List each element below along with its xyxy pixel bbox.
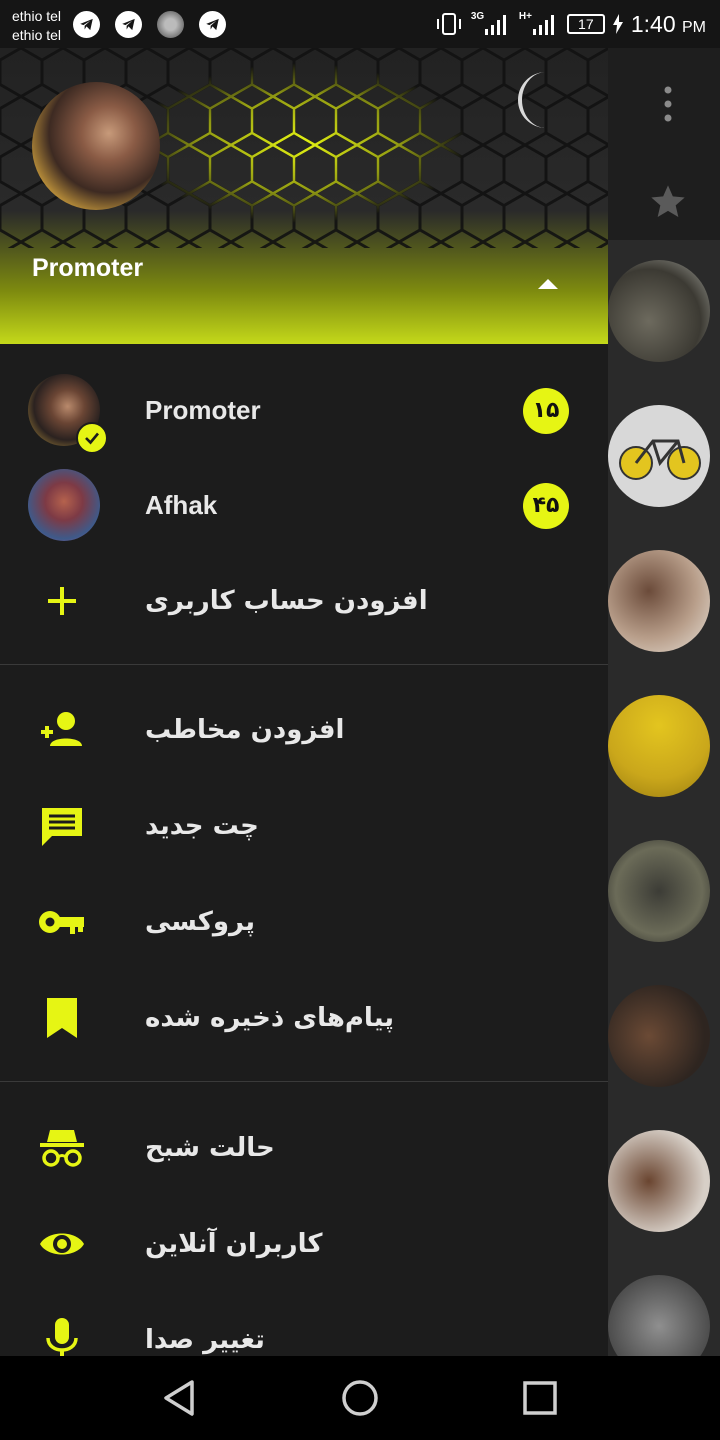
- chat-avatar[interactable]: [608, 985, 710, 1087]
- chat-list-header: [608, 48, 720, 240]
- star-icon[interactable]: [648, 182, 688, 222]
- chat-avatar[interactable]: [608, 840, 710, 942]
- chat-avatar[interactable]: [608, 550, 710, 652]
- chat-avatar[interactable]: [608, 1130, 710, 1232]
- account-name: Afhak: [145, 490, 218, 520]
- chat-list-background: [608, 48, 720, 1377]
- system-navigation-bar: [0, 1356, 720, 1440]
- chat-avatar[interactable]: [608, 260, 710, 362]
- check-icon: [76, 422, 108, 454]
- menu-label: افزودن مخاطب: [145, 715, 345, 745]
- account-item-afhak[interactable]: Afhak ۴۵: [0, 457, 608, 553]
- telegram-icon: [73, 11, 100, 38]
- unread-badge: ۱۵: [523, 388, 569, 434]
- menu-label: پروکسی: [145, 907, 255, 937]
- more-vert-icon[interactable]: [662, 86, 674, 122]
- current-account-name: Promoter: [32, 254, 144, 282]
- divider: [0, 664, 608, 665]
- account-item-promoter[interactable]: Promoter ۱۵: [0, 362, 608, 458]
- menu-item-new-chat[interactable]: چت جدید: [0, 778, 608, 874]
- add-account-label: افزودن حساب کاربری: [145, 586, 428, 616]
- moon-icon[interactable]: [506, 68, 570, 132]
- menu-item-proxy[interactable]: پروکسی: [0, 874, 608, 970]
- menu-item-online-users[interactable]: کاربران آنلاین: [0, 1196, 608, 1292]
- menu-label: تغییر صدا: [145, 1325, 265, 1355]
- signal-hplus-icon: H+: [519, 11, 559, 37]
- clock: 1:40 PM: [630, 10, 706, 37]
- menu-label: حالت شبح: [145, 1133, 275, 1163]
- profile-avatar[interactable]: [32, 82, 160, 210]
- menu-label: پیام‌های ذخیره شده: [145, 1003, 395, 1033]
- menu-item-voice-changer[interactable]: تغییر صدا: [0, 1292, 608, 1356]
- plus-icon: [48, 587, 76, 615]
- account-name: Promoter: [145, 395, 261, 425]
- chat-avatar[interactable]: [608, 405, 710, 507]
- navigation-drawer: Promoter Promoter ۱۵ Afhak ۴۵ افزودن حسا…: [0, 48, 608, 1356]
- unread-badge: ۴۵: [523, 483, 569, 529]
- menu-item-ghost-mode[interactable]: حالت شبح: [0, 1100, 608, 1196]
- menu-item-add-contact[interactable]: افزودن مخاطب: [0, 682, 608, 778]
- divider: [0, 1081, 608, 1082]
- signal-3g-icon: 3G: [471, 11, 511, 37]
- battery-icon: 17: [566, 14, 605, 34]
- status-bar: ethio tel ethio tel 3G H+ 17 1:40 PM: [0, 0, 720, 48]
- status-indicators: 3G H+ 17 1:40 PM: [435, 10, 706, 38]
- telegram-icon: [199, 11, 226, 38]
- menu-label: کاربران آنلاین: [145, 1229, 323, 1259]
- loading-icon: [157, 11, 184, 38]
- menu-label: چت جدید: [145, 811, 259, 841]
- carrier-labels: ethio tel ethio tel: [12, 7, 61, 45]
- avatar: [28, 469, 100, 541]
- recents-icon[interactable]: [518, 1376, 562, 1420]
- charging-icon: [612, 14, 623, 34]
- eye-icon: [40, 1233, 84, 1255]
- back-icon[interactable]: [158, 1376, 202, 1420]
- add-account-item[interactable]: افزودن حساب کاربری: [0, 553, 608, 649]
- carrier-2: ethio tel: [12, 27, 62, 43]
- carrier-1: ethio tel: [12, 8, 62, 24]
- microphone-icon: [46, 1318, 78, 1356]
- home-icon[interactable]: [338, 1376, 382, 1420]
- telegram-icon: [115, 11, 142, 38]
- chat-icon: [42, 808, 82, 846]
- menu-item-saved-messages[interactable]: پیام‌های ذخیره شده: [0, 970, 608, 1066]
- bookmark-icon: [47, 998, 77, 1038]
- vibrate-icon: [436, 13, 461, 35]
- incognito-icon: [40, 1130, 84, 1167]
- chevron-up-icon[interactable]: [538, 279, 558, 289]
- add-person-icon: [41, 712, 82, 746]
- key-icon: [39, 911, 84, 934]
- chat-avatar[interactable]: [608, 695, 710, 797]
- drawer-header[interactable]: Promoter: [0, 48, 608, 344]
